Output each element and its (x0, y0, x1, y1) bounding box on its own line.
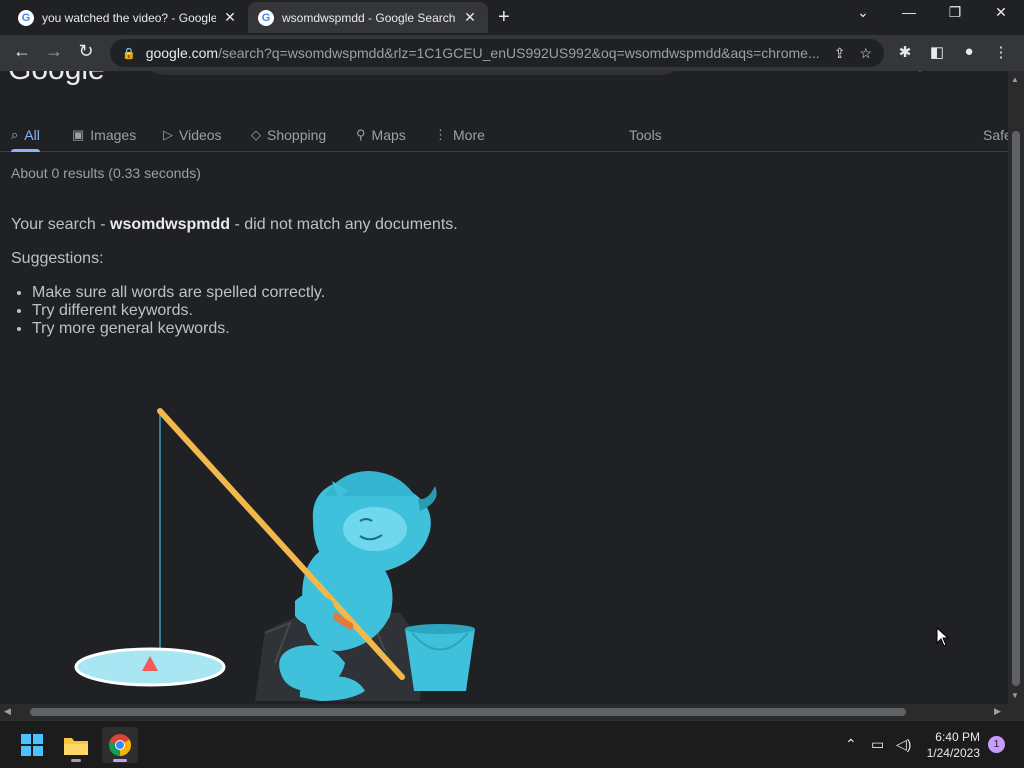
google-header: Google wsomdwspmdd ⚙ ⋯ (0, 71, 1008, 89)
tab-strip: G you watched the video? - Google Search… (0, 0, 1024, 35)
vertical-scrollbar[interactable]: ▲ ▼ (1008, 71, 1024, 704)
tab-all[interactable]: ⌕ All (11, 119, 40, 152)
suggestion-item: Try more general keywords. (32, 320, 325, 338)
tab-active[interactable]: G wsomdwspmdd - Google Search ✕ (248, 2, 488, 33)
show-hidden-icons-chevron-icon[interactable]: ⌃ (845, 736, 857, 753)
extensions-puzzle-icon[interactable]: ✱ (894, 43, 916, 61)
more-vert-icon: ⋮ (434, 127, 447, 142)
no-match-query: wsomdwspmdd (110, 216, 231, 233)
clock-time: 6:40 PM (935, 730, 980, 744)
chrome-icon (109, 734, 131, 756)
folder-icon (64, 738, 88, 755)
tools-button[interactable]: Tools (629, 119, 662, 151)
tab-images[interactable]: ▣ Images (72, 119, 136, 151)
tab-videos[interactable]: ▷ Videos (163, 119, 222, 151)
vertical-scroll-thumb[interactable] (1012, 131, 1020, 686)
clock-date: 1/24/2023 (926, 746, 980, 760)
result-stats: About 0 results (0.33 seconds) (11, 165, 201, 181)
close-window-icon[interactable]: ✕ (986, 4, 1016, 21)
suggestion-item: Make sure all words are spelled correctl… (32, 284, 325, 302)
horizontal-scrollbar[interactable]: ◀ ▶ (0, 704, 1008, 720)
forward-arrow-icon[interactable]: → (42, 41, 66, 62)
tag-icon: ◇ (251, 127, 261, 142)
scroll-up-arrow-icon[interactable]: ▲ (1011, 75, 1019, 84)
scroll-down-arrow-icon[interactable]: ▼ (1011, 691, 1019, 700)
bookmark-star-icon[interactable]: ☆ (859, 45, 872, 62)
suggestions-title: Suggestions: (11, 250, 104, 267)
scroll-right-arrow-icon[interactable]: ▶ (994, 706, 1001, 717)
minimize-icon[interactable]: — (894, 4, 924, 20)
tab-shopping[interactable]: ◇ Shopping (251, 119, 326, 151)
restore-icon[interactable]: ❐ (940, 4, 970, 21)
browser-toolbar: ← → ↻ 🔒 google.com/search?q=wsomdwspmdd&… (0, 35, 1024, 71)
windows-taskbar: ⌃ ▭ ◁) 6:40 PM 1/24/2023 1 (0, 720, 1024, 768)
settings-gear-icon[interactable]: ⚙ (912, 71, 928, 76)
apps-grid-icon[interactable]: ⋯ (954, 71, 972, 80)
taskbar-clock[interactable]: 6:40 PM 1/24/2023 (927, 729, 980, 761)
tab-close-icon[interactable]: ✕ (462, 9, 478, 26)
start-button[interactable] (14, 727, 50, 763)
back-arrow-icon[interactable]: ← (10, 41, 34, 62)
safesearch-button[interactable]: Safe (983, 119, 1008, 151)
address-bar[interactable]: 🔒 google.com/search?q=wsomdwspmdd&rlz=1C… (110, 39, 884, 67)
search-nav-tabs: ⌕ All ▣ Images ▷ Videos ◇ Shopping ⚲ Maps ⋮ Mo… (0, 119, 1008, 152)
volume-icon[interactable]: ◁) (896, 736, 911, 753)
tab-maps[interactable]: ⚲ Maps (356, 119, 406, 151)
side-panel-icon[interactable]: ◧ (926, 43, 948, 61)
windows-logo-icon (21, 734, 43, 756)
pin-icon: ⚲ (356, 127, 366, 142)
suggestion-item: Try different keywords. (32, 302, 325, 320)
new-tab-icon[interactable]: + (498, 6, 510, 29)
tab-title: wsomdwspmdd - Google Search (282, 10, 456, 25)
menu-kebab-icon[interactable]: ⋮ (990, 43, 1012, 61)
scroll-left-arrow-icon[interactable]: ◀ (4, 706, 11, 717)
fishing-yeti-illustration (74, 408, 475, 701)
share-icon[interactable]: ⇪ (834, 45, 846, 62)
active-indicator (113, 759, 127, 762)
url-text: google.com/search?q=wsomdwspmdd&rlz=1C1G… (145, 45, 820, 61)
google-logo[interactable]: Google (8, 71, 105, 87)
tab-inactive[interactable]: G you watched the video? - Google Search… (8, 2, 248, 33)
search-input[interactable]: wsomdwspmdd (144, 71, 682, 75)
lock-icon[interactable]: 🔒 (122, 47, 136, 60)
google-favicon-icon: G (18, 9, 34, 26)
file-explorer-button[interactable] (58, 727, 94, 763)
tab-search-chevron-icon[interactable]: ⌄ (848, 4, 878, 21)
reload-icon[interactable]: ↻ (74, 41, 98, 62)
tab-title: you watched the video? - Google Search (42, 10, 216, 25)
search-icon: ⌕ (11, 127, 19, 142)
no-match-message: Your search - wsomdwspmdd - did not matc… (11, 216, 458, 233)
running-indicator (71, 759, 81, 762)
profile-avatar-icon[interactable]: ● (958, 43, 980, 60)
horizontal-scroll-thumb[interactable] (30, 708, 906, 716)
tab-close-icon[interactable]: ✕ (222, 9, 238, 26)
tab-more[interactable]: ⋮ More (434, 119, 485, 151)
suggestions-list: Make sure all words are spelled correctl… (32, 284, 325, 338)
notification-badge[interactable]: 1 (988, 736, 1005, 753)
scrollbar-corner (1008, 704, 1024, 720)
google-favicon-icon: G (258, 9, 274, 26)
chrome-button[interactable] (102, 727, 138, 763)
mouse-cursor-icon (936, 627, 950, 647)
image-icon: ▣ (72, 127, 85, 142)
play-icon: ▷ (163, 127, 173, 142)
network-icon[interactable]: ▭ (871, 736, 884, 753)
page-content: Google wsomdwspmdd ⚙ ⋯ ⌕All ▣Images ▷Vid… (0, 71, 1008, 704)
